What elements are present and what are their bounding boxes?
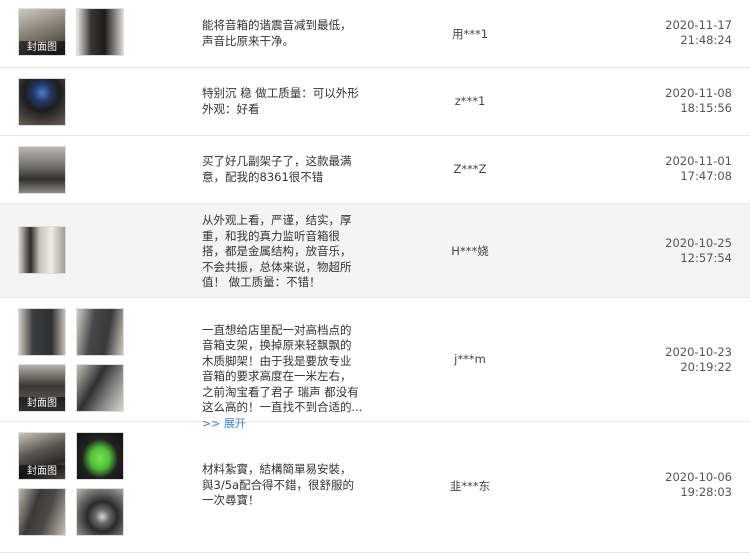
review-row: 特别沉 稳 做工质量：可以外形 外观：好看 z***1 2020-11-08 1… — [0, 68, 750, 136]
review-text-body: 一直想给店里配一对高档点的 音箱支架，换掉原来轻飘飘的 木质脚架！由于我是要放专… — [202, 322, 363, 415]
review-thumbnail[interactable]: 封面图 — [18, 364, 66, 412]
review-date: 2020-11-01 — [665, 154, 732, 168]
cover-image-label: 封面图 — [19, 465, 65, 479]
review-date: 2020-10-06 — [665, 470, 732, 484]
review-row: 买了好几副架子了，这款最满 意，配我的8361很不错 Z***Z 2020-11… — [0, 136, 750, 204]
review-thumbnail[interactable] — [76, 8, 124, 56]
review-datetime: 2020-11-01 17:47:08 — [642, 154, 732, 184]
review-time: 20:19:22 — [680, 360, 732, 374]
review-thumbnail[interactable]: 封面图 — [18, 8, 66, 56]
review-date: 2020-10-23 — [665, 345, 732, 359]
review-datetime: 2020-10-23 20:19:22 — [642, 345, 732, 375]
review-time: 17:47:08 — [680, 169, 732, 183]
reviewer-name: Z***Z — [453, 162, 487, 176]
review-images: 封面图 — [18, 432, 126, 536]
review-time: 21:48:24 — [680, 33, 732, 47]
review-images: 封面图 — [18, 308, 126, 412]
review-time: 12:57:54 — [680, 251, 732, 265]
review-thumbnail[interactable] — [18, 146, 66, 194]
review-time: 18:15:56 — [680, 101, 732, 115]
review-thumbnail[interactable] — [76, 364, 124, 412]
review-row: 从外观上看，严谨，结实，厚 重，和我的真力监听音箱很 搭，都是金属结构，放音乐，… — [0, 204, 750, 298]
review-datetime: 2020-11-08 18:15:56 — [642, 86, 732, 116]
cover-image-label: 封面图 — [19, 397, 65, 411]
cover-image-label: 封面图 — [19, 41, 65, 55]
review-thumbnail[interactable]: 封面图 — [18, 432, 66, 480]
review-text: 买了好几副架子了，这款最满 意，配我的8361很不错 — [202, 154, 352, 184]
review-images: 封面图 — [18, 8, 126, 56]
reviewer-name: H***娆 — [451, 244, 489, 258]
review-images — [18, 226, 126, 274]
reviewer-name: j***m — [454, 352, 486, 366]
review-datetime: 2020-10-25 12:57:54 — [642, 236, 732, 266]
review-thumbnail[interactable] — [76, 488, 124, 536]
review-date: 2020-11-17 — [665, 18, 732, 32]
review-thumbnail[interactable] — [76, 308, 124, 356]
review-text: 特别沉 稳 做工质量：可以外形 外观：好看 — [202, 86, 359, 116]
review-thumbnail[interactable] — [18, 308, 66, 356]
review-date: 2020-10-25 — [665, 236, 732, 250]
review-row: 封面图 一直想给店里配一对高档点的 音箱支架，换掉原来轻飘飘的 木质脚架！由于我… — [0, 298, 750, 430]
review-text: 材料紮實，結構簡單易安裝， 與3/5a配合得不錯，很舒服的 一次尋寶！ — [202, 462, 355, 507]
review-time: 19:28:03 — [680, 485, 732, 499]
review-row: 封面图 材料紮實，結構簡單易安裝， 與3/5a配合得不錯，很舒服的 一次尋寶！ … — [0, 422, 750, 553]
review-text: 能将音箱的谐震音减到最低， 声音比原来干净。 — [202, 18, 352, 48]
reviewer-name: 韭***东 — [449, 479, 491, 493]
review-list: 封面图 能将音箱的谐震音减到最低， 声音比原来干净。 用***1 2020-11… — [0, 0, 750, 553]
review-row: 封面图 能将音箱的谐震音减到最低， 声音比原来干净。 用***1 2020-11… — [0, 0, 750, 68]
review-images — [18, 146, 126, 194]
review-datetime: 2020-10-06 19:28:03 — [642, 470, 732, 500]
review-datetime: 2020-11-17 21:48:24 — [642, 18, 732, 48]
review-thumbnail[interactable] — [18, 78, 66, 126]
reviewer-name: z***1 — [454, 94, 486, 108]
review-date: 2020-11-08 — [665, 86, 732, 100]
reviewer-name: 用***1 — [451, 27, 489, 41]
review-thumbnail[interactable] — [18, 226, 66, 274]
review-images — [18, 78, 126, 126]
review-thumbnail[interactable] — [18, 488, 66, 536]
review-text: 从外观上看，严谨，结实，厚 重，和我的真力监听音箱很 搭，都是金属结构，放音乐，… — [202, 213, 352, 289]
review-thumbnail[interactable] — [76, 432, 124, 480]
